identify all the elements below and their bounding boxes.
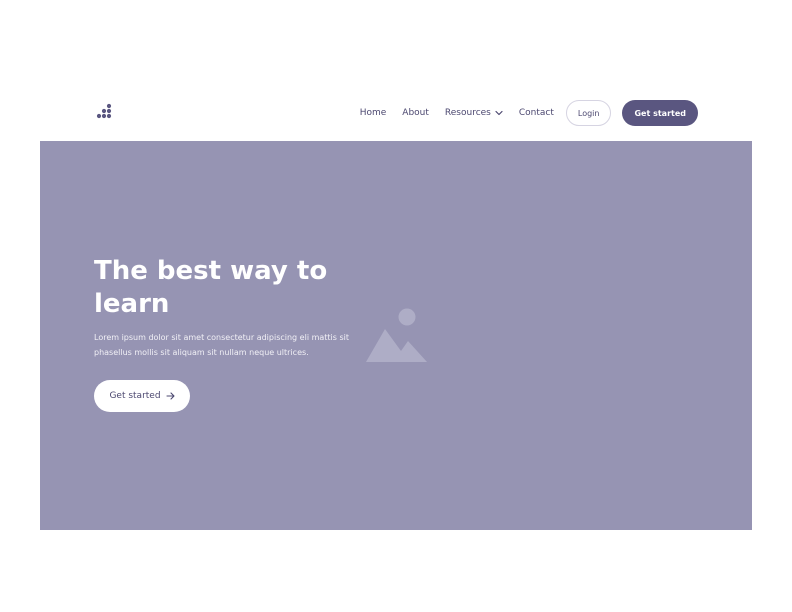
login-button[interactable]: Login bbox=[565, 100, 612, 126]
hero-get-started-button[interactable]: Get started bbox=[94, 380, 190, 412]
hero-title: The best way to learn bbox=[94, 256, 328, 319]
chevron-down-icon bbox=[495, 110, 503, 116]
hero-button-label: Get started bbox=[109, 391, 161, 401]
nav-link-label: About bbox=[402, 108, 429, 118]
nav-link-about[interactable]: About bbox=[402, 108, 429, 118]
nav-link-label: Home bbox=[359, 108, 387, 118]
main-nav: Home About Resources Contact Login Get s… bbox=[360, 99, 698, 127]
site-header: Home About Resources Contact Login Get s… bbox=[40, 92, 752, 140]
hero-subtitle: Lorem ipsum dolor sit amet consectetur a… bbox=[94, 333, 350, 357]
nav-link-label: Contact bbox=[518, 108, 554, 118]
nav-link-home[interactable]: Home bbox=[360, 108, 387, 118]
image-placeholder-icon bbox=[365, 307, 427, 362]
nav-link-resources[interactable]: Resources bbox=[445, 108, 503, 118]
nav-link-contact[interactable]: Contact bbox=[519, 108, 554, 118]
nav-link-label: Resources bbox=[444, 108, 491, 118]
hero-section: The best way to learn Lorem ipsum dolor … bbox=[40, 141, 752, 530]
landing-page: Home About Resources Contact Login Get s… bbox=[0, 0, 792, 612]
arrow-right-icon bbox=[166, 392, 175, 400]
dots-logo-icon[interactable] bbox=[94, 103, 114, 123]
get-started-button[interactable]: Get started bbox=[622, 100, 698, 126]
